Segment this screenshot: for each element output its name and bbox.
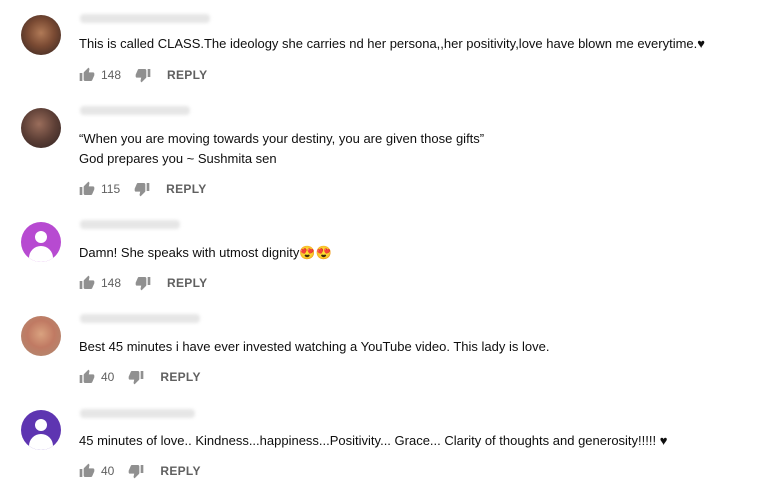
like-count: 148: [101, 276, 122, 290]
avatar[interactable]: [21, 15, 61, 55]
thumb-down-icon[interactable]: [135, 67, 151, 83]
thumb-up-icon[interactable]: [79, 181, 95, 197]
avatar-shoulders: [29, 434, 53, 450]
comment-actions: 148 REPLY: [79, 65, 207, 85]
comment-text: 45 minutes of love.. Kindness...happines…: [79, 433, 668, 448]
avatar[interactable]: [21, 316, 61, 356]
thumb-up-icon[interactable]: [79, 67, 95, 83]
avatar-shoulders: [29, 246, 53, 262]
like-count: 40: [101, 370, 115, 384]
author-name[interactable]: [80, 220, 180, 229]
avatar-head: [35, 419, 47, 431]
comment-actions: 115 REPLY: [79, 179, 207, 199]
avatar[interactable]: [21, 222, 61, 262]
comment-text: “When you are moving towards your destin…: [79, 131, 485, 146]
reply-button[interactable]: REPLY: [160, 464, 200, 478]
reply-button[interactable]: REPLY: [160, 370, 200, 384]
thumb-down-icon[interactable]: [128, 463, 144, 479]
comment-actions: 40 REPLY: [79, 367, 201, 387]
comment-actions: 40 REPLY: [79, 461, 201, 481]
author-name[interactable]: [80, 14, 210, 23]
author-name[interactable]: [80, 106, 190, 115]
like-count: 40: [101, 464, 115, 478]
like-count: 148: [101, 68, 122, 82]
thumb-down-icon[interactable]: [135, 275, 151, 291]
comment-text: Best 45 minutes i have ever invested wat…: [79, 339, 550, 354]
like-count: 115: [101, 182, 121, 196]
reply-button[interactable]: REPLY: [167, 276, 207, 290]
comment-text: This is called CLASS.The ideology she ca…: [79, 36, 705, 51]
avatar-head: [35, 231, 47, 243]
author-name[interactable]: [80, 409, 195, 418]
thumb-up-icon[interactable]: [79, 275, 95, 291]
reply-button[interactable]: REPLY: [167, 68, 207, 82]
thumb-up-icon[interactable]: [79, 369, 95, 385]
comment-text: Damn! She speaks with utmost dignity😍😍: [79, 245, 332, 260]
comment-actions: 148 REPLY: [79, 273, 207, 293]
author-name[interactable]: [80, 314, 200, 323]
reply-button[interactable]: REPLY: [166, 182, 206, 196]
thumb-down-icon[interactable]: [128, 369, 144, 385]
avatar[interactable]: [21, 410, 61, 450]
avatar[interactable]: [21, 108, 61, 148]
comment-text: God prepares you ~ Sushmita sen: [79, 151, 277, 166]
thumb-up-icon[interactable]: [79, 463, 95, 479]
thumb-down-icon[interactable]: [134, 181, 150, 197]
